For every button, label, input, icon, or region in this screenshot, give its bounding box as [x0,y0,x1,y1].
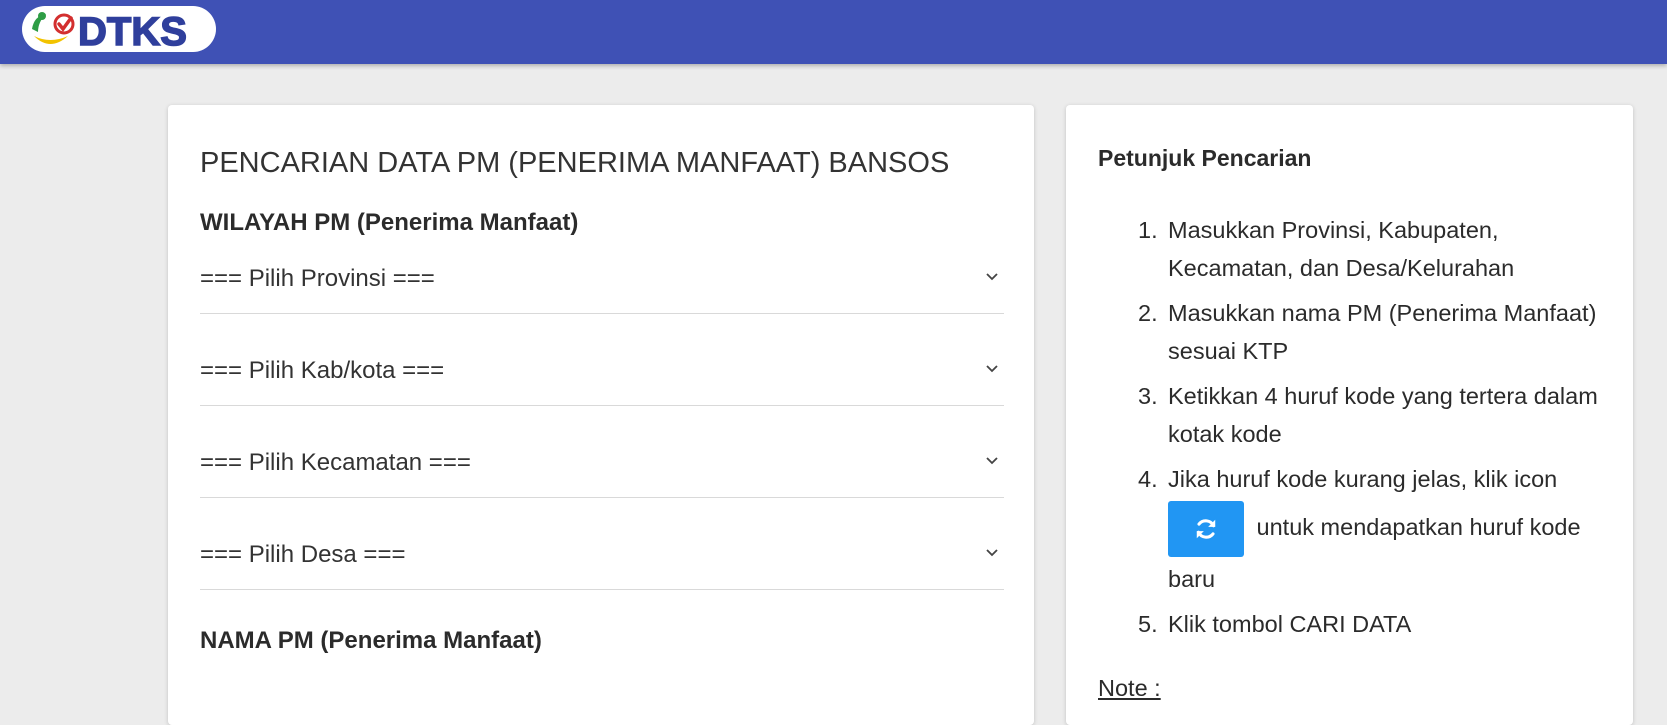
search-form-card: PENCARIAN DATA PM (PENERIMA MANFAAT) BAN… [168,105,1034,725]
instruction-step: 4. Jika huruf kode kurang jelas, klik ic… [1138,466,1581,592]
region-section-label: WILAYAH PM (Penerima Manfaat) [200,209,579,236]
province-select[interactable]: === Pilih Provinsi === [200,257,1004,314]
instruction-steps: 1. Masukkan Provinsi, Kabupaten, Kecamat… [1138,211,1608,650]
refresh-icon [1196,519,1216,539]
instruction-step: 3. Ketikkan 4 huruf kode yang tertera da… [1138,383,1598,447]
chevron-down-icon [986,457,998,465]
district-select[interactable]: === Pilih Kecamatan === [200,441,1004,498]
village-select[interactable]: === Pilih Desa === [200,533,1004,590]
note-label: Note : [1098,675,1161,701]
instruction-step: 1. Masukkan Provinsi, Kabupaten, Kecamat… [1138,217,1515,281]
refresh-code-button[interactable] [1168,501,1244,557]
dtks-logo[interactable]: DTKS [20,2,220,56]
district-select-value: === Pilih Kecamatan === [200,449,471,476]
chevron-down-icon [986,273,998,281]
province-select-value: === Pilih Provinsi === [200,265,435,292]
svg-text:DTKS: DTKS [78,10,187,54]
village-select-value: === Pilih Desa === [200,541,406,568]
regency-select-value: === Pilih Kab/kota === [200,357,445,384]
chevron-down-icon [986,549,998,557]
instructions-card: Petunjuk Pencarian 1. Masukkan Provinsi,… [1066,105,1633,725]
regency-select[interactable]: === Pilih Kab/kota === [200,349,1004,406]
name-section-label: NAMA PM (Penerima Manfaat) [200,627,542,654]
top-app-bar: DTKS [0,0,1667,64]
form-title: PENCARIAN DATA PM (PENERIMA MANFAAT) BAN… [200,147,950,179]
chevron-down-icon [986,365,998,373]
instructions-title: Petunjuk Pencarian [1098,145,1312,171]
instruction-step: 5. Klik tombol CARI DATA [1138,611,1412,637]
instruction-step: 2. Masukkan nama PM (Penerima Manfaat) s… [1138,300,1597,364]
